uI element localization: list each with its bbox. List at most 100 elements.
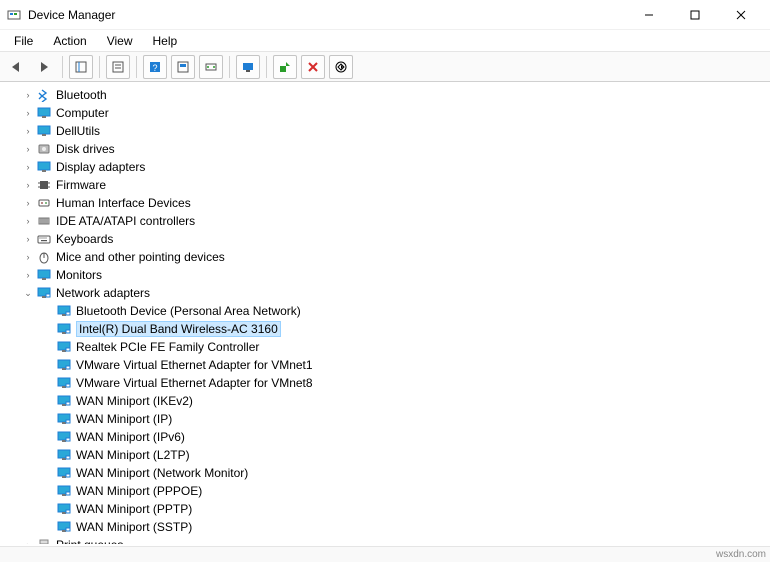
- expand-icon[interactable]: ›: [20, 123, 36, 139]
- tree-category-label: IDE ATA/ATAPI controllers: [56, 214, 195, 228]
- tree-device-label: Intel(R) Dual Band Wireless-AC 3160: [76, 321, 281, 337]
- statusbar: [0, 546, 770, 562]
- expand-icon[interactable]: ›: [20, 159, 36, 175]
- tree-device[interactable]: Intel(R) Dual Band Wireless-AC 3160: [0, 320, 770, 338]
- tree-category[interactable]: › Display adapters: [0, 158, 770, 176]
- tree-device[interactable]: VMware Virtual Ethernet Adapter for VMne…: [0, 356, 770, 374]
- tree-category-label: Computer: [56, 106, 109, 120]
- expand-icon[interactable]: ›: [20, 105, 36, 121]
- tree-device[interactable]: WAN Miniport (SSTP): [0, 518, 770, 536]
- tree-device-label: WAN Miniport (IKEv2): [76, 394, 193, 408]
- tree-device[interactable]: WAN Miniport (Network Monitor): [0, 464, 770, 482]
- maximize-button[interactable]: [672, 0, 718, 30]
- tree-category[interactable]: › Print queues: [0, 536, 770, 544]
- scan-hardware-button[interactable]: [236, 55, 260, 79]
- expand-icon[interactable]: ›: [20, 249, 36, 265]
- back-button[interactable]: [4, 55, 28, 79]
- tree-category[interactable]: › Computer: [0, 104, 770, 122]
- tree-category[interactable]: ›Mice and other pointing devices: [0, 248, 770, 266]
- tree-device[interactable]: Realtek PCIe FE Family Controller: [0, 338, 770, 356]
- tree-device[interactable]: WAN Miniport (IKEv2): [0, 392, 770, 410]
- expand-icon[interactable]: ›: [20, 267, 36, 283]
- menubar: File Action View Help: [0, 30, 770, 52]
- expand-icon[interactable]: ›: [20, 177, 36, 193]
- tree-device-label: Bluetooth Device (Personal Area Network): [76, 304, 301, 318]
- tree-category[interactable]: › IDE ATA/ATAPI controllers: [0, 212, 770, 230]
- hid-icon: [36, 195, 52, 211]
- menu-file[interactable]: File: [4, 32, 43, 50]
- tree-device[interactable]: VMware Virtual Ethernet Adapter for VMne…: [0, 374, 770, 392]
- help-button[interactable]: ?: [143, 55, 167, 79]
- app-icon: [6, 7, 22, 23]
- network-adapter-icon: [56, 411, 72, 427]
- monitor-icon: [36, 105, 52, 121]
- tree-device-label: WAN Miniport (PPTP): [76, 502, 192, 516]
- expand-icon[interactable]: ›: [20, 231, 36, 247]
- tree-category-label: DellUtils: [56, 124, 100, 138]
- tree-category[interactable]: ›Monitors: [0, 266, 770, 284]
- tree-category[interactable]: ⌄Network adapters: [0, 284, 770, 302]
- network-adapter-icon: [56, 375, 72, 391]
- network-icon: [36, 285, 52, 301]
- menu-view[interactable]: View: [97, 32, 143, 50]
- disable-device-button[interactable]: [329, 55, 353, 79]
- tree-device-label: WAN Miniport (SSTP): [76, 520, 192, 534]
- svg-text:?: ?: [152, 63, 157, 73]
- collapse-icon[interactable]: ⌄: [20, 285, 36, 301]
- bluetooth-icon: [36, 87, 52, 103]
- expand-icon[interactable]: ›: [20, 141, 36, 157]
- tree-device-label: WAN Miniport (IP): [76, 412, 172, 426]
- tree-device[interactable]: WAN Miniport (PPTP): [0, 500, 770, 518]
- expand-icon[interactable]: ›: [20, 213, 36, 229]
- tree-category-label: Human Interface Devices: [56, 196, 191, 210]
- expand-icon[interactable]: ›: [20, 195, 36, 211]
- toolbar-separator: [229, 56, 230, 78]
- tree-category[interactable]: › DellUtils: [0, 122, 770, 140]
- uninstall-device-button[interactable]: [301, 55, 325, 79]
- tree-category[interactable]: › Human Interface Devices: [0, 194, 770, 212]
- ide-icon: [36, 213, 52, 229]
- tree-category[interactable]: › Keyboards: [0, 230, 770, 248]
- chip-icon: [36, 177, 52, 193]
- titlebar: Device Manager: [0, 0, 770, 30]
- network-adapter-icon: [56, 447, 72, 463]
- action-button[interactable]: [171, 55, 195, 79]
- tree-device-label: Realtek PCIe FE Family Controller: [76, 340, 259, 354]
- window-title: Device Manager: [28, 8, 115, 22]
- expand-icon[interactable]: ›: [20, 537, 36, 544]
- minimize-button[interactable]: [626, 0, 672, 30]
- tree-category-label: Print queues: [56, 538, 123, 544]
- forward-button[interactable]: [32, 55, 56, 79]
- enable-device-button[interactable]: [273, 55, 297, 79]
- tree-category-label: Display adapters: [56, 160, 145, 174]
- tree-device[interactable]: WAN Miniport (IPv6): [0, 428, 770, 446]
- show-hide-console-tree-button[interactable]: [69, 55, 93, 79]
- menu-help[interactable]: Help: [143, 32, 188, 50]
- toolbar-separator: [62, 56, 63, 78]
- tree-device[interactable]: Bluetooth Device (Personal Area Network): [0, 302, 770, 320]
- menu-action[interactable]: Action: [43, 32, 96, 50]
- tree-category[interactable]: ›Disk drives: [0, 140, 770, 158]
- monitor-icon: [36, 123, 52, 139]
- tree-device[interactable]: WAN Miniport (L2TP): [0, 446, 770, 464]
- tree-device-label: WAN Miniport (PPPOE): [76, 484, 202, 498]
- tree-device-label: VMware Virtual Ethernet Adapter for VMne…: [76, 358, 313, 372]
- mouse-icon: [36, 249, 52, 265]
- tree-device[interactable]: WAN Miniport (PPPOE): [0, 482, 770, 500]
- close-button[interactable]: [718, 0, 764, 30]
- tree-device[interactable]: WAN Miniport (IP): [0, 410, 770, 428]
- tree-category-label: Keyboards: [56, 232, 113, 246]
- device-tree[interactable]: › Bluetooth › Computer › DellUtils ›Disk drive…: [0, 84, 770, 544]
- network-adapter-icon: [56, 321, 72, 337]
- tree-category[interactable]: › Firmware: [0, 176, 770, 194]
- properties-button[interactable]: [106, 55, 130, 79]
- update-driver-button[interactable]: [199, 55, 223, 79]
- tree-device-label: WAN Miniport (L2TP): [76, 448, 190, 462]
- disk-icon: [36, 141, 52, 157]
- tree-category-label: Firmware: [56, 178, 106, 192]
- expand-icon[interactable]: ›: [20, 87, 36, 103]
- network-adapter-icon: [56, 465, 72, 481]
- tree-category-label: Bluetooth: [56, 88, 107, 102]
- network-adapter-icon: [56, 393, 72, 409]
- tree-category[interactable]: › Bluetooth: [0, 86, 770, 104]
